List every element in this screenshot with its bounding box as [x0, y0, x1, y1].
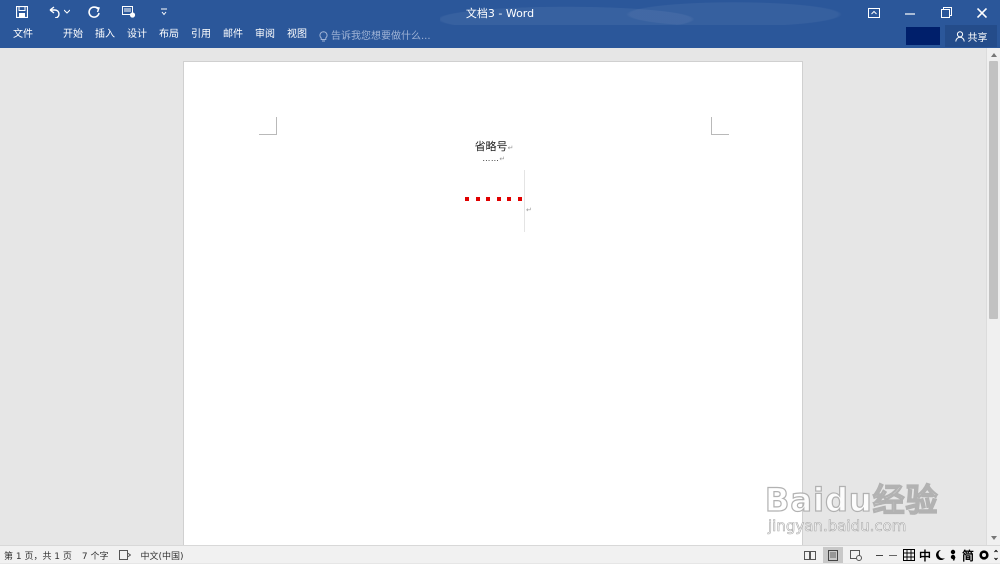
- read-mode-icon: [803, 550, 816, 560]
- ribbon-tab-bar: 文件 开始 插入 设计 布局 引用 邮件 审阅 视图 告诉我您想要做什么... …: [0, 25, 1000, 48]
- keyboard-grid-icon[interactable]: [902, 549, 915, 561]
- document-page[interactable]: 省略号↵ ……↵ ↵: [183, 61, 803, 545]
- red-ellipsis-dots: [465, 197, 528, 202]
- customize-qat-icon: [161, 8, 167, 16]
- tell-me-search[interactable]: 告诉我您想要做什么...: [319, 25, 431, 48]
- undo-icon: [49, 6, 60, 18]
- redo-icon: [87, 5, 100, 18]
- save-button[interactable]: [8, 3, 36, 21]
- red-dot: [496, 197, 501, 201]
- tab-file[interactable]: 文件: [7, 25, 39, 48]
- title-bar: 文档3 - Word: [0, 0, 1000, 48]
- account-button[interactable]: [906, 27, 940, 45]
- undo-dropdown-icon[interactable]: [63, 9, 70, 15]
- undo-button[interactable]: [43, 3, 73, 21]
- person-icon: [954, 30, 965, 42]
- ellipsis-line[interactable]: ……↵: [184, 154, 804, 163]
- restore-icon: [940, 7, 952, 18]
- web-layout-button[interactable]: [846, 547, 866, 563]
- more-options-icon[interactable]: [994, 549, 998, 561]
- ime-toolbar: 中 简: [901, 547, 1000, 563]
- close-button[interactable]: [964, 0, 1000, 25]
- tab-design[interactable]: 设计: [121, 25, 153, 48]
- zoom-out-button[interactable]: [875, 547, 885, 563]
- tab-home[interactable]: 开始: [57, 25, 89, 48]
- tell-me-placeholder: 告诉我您想要做什么...: [331, 30, 431, 42]
- margin-corner-top-left: [259, 117, 277, 135]
- web-layout-icon: [849, 549, 862, 561]
- red-dot: [507, 197, 511, 201]
- scrollbar-thumb[interactable]: [989, 61, 998, 319]
- ribbon-tabs: 文件 开始 插入 设计 布局 引用 邮件 审阅 视图 告诉我您想要做什么...: [0, 25, 431, 48]
- read-mode-button[interactable]: [800, 547, 820, 563]
- ellipsis-text: ……: [482, 154, 500, 163]
- scroll-down-icon[interactable]: [990, 534, 998, 542]
- customize-qat-button[interactable]: [150, 3, 178, 21]
- lightbulb-icon: [319, 31, 328, 42]
- restore-button[interactable]: [928, 0, 964, 25]
- minus-icon: [876, 554, 884, 556]
- language[interactable]: 中文(中国): [141, 549, 184, 562]
- print-layout-button[interactable]: [822, 547, 843, 563]
- tab-review[interactable]: 审阅: [249, 25, 281, 48]
- margin-corner-top-right: [711, 117, 729, 135]
- print-layout-icon: [827, 549, 838, 561]
- scroll-up-icon[interactable]: [990, 51, 998, 59]
- vertical-scrollbar[interactable]: [986, 48, 1000, 545]
- touch-mode-button[interactable]: [115, 3, 143, 21]
- ribbon-display-options-icon: [868, 7, 880, 18]
- ime-mode-label[interactable]: 中: [919, 547, 931, 564]
- tab-insert[interactable]: 插入: [89, 25, 121, 48]
- tab-view[interactable]: 视图: [281, 25, 313, 48]
- proofing-icon[interactable]: [118, 550, 131, 560]
- red-dot: [465, 197, 469, 201]
- paragraph-mark: ↵: [507, 144, 514, 152]
- minimize-icon: [905, 12, 915, 15]
- ime-punct-label[interactable]: 简: [962, 547, 974, 564]
- window-controls: [856, 0, 1000, 25]
- close-icon: [977, 7, 987, 18]
- red-dot: [475, 197, 480, 201]
- red-dot: [486, 197, 490, 201]
- status-left: 第 1 页，共 1 页 7 个字 中文(中国): [4, 548, 194, 562]
- paragraph-mark: ↵: [526, 206, 532, 214]
- moon-icon[interactable]: [935, 549, 946, 561]
- tab-layout[interactable]: 布局: [153, 25, 185, 48]
- paragraph-mark: ↵: [499, 155, 506, 163]
- ribbon-display-options-button[interactable]: [856, 0, 892, 25]
- page-count[interactable]: 第 1 页，共 1 页: [4, 549, 72, 562]
- red-dot: [517, 197, 522, 201]
- status-right: 中 简: [800, 547, 1000, 563]
- gear-icon[interactable]: [978, 549, 990, 561]
- document-heading[interactable]: 省略号↵: [184, 138, 804, 154]
- share-button[interactable]: 共享: [945, 25, 997, 47]
- heading-text: 省略号: [474, 140, 508, 153]
- share-label: 共享: [967, 32, 988, 44]
- tab-references[interactable]: 引用: [185, 25, 217, 48]
- touch-mode-icon: [122, 6, 136, 18]
- save-icon: [16, 6, 28, 18]
- minimize-button[interactable]: [892, 0, 928, 25]
- punctuation-icon[interactable]: [950, 549, 958, 561]
- zoom-slider[interactable]: [888, 554, 897, 556]
- word-count[interactable]: 7 个字: [82, 549, 109, 562]
- document-area: 省略号↵ ……↵ ↵: [0, 48, 986, 545]
- quick-access-toolbar: [8, 3, 185, 21]
- tab-mailings[interactable]: 邮件: [217, 25, 249, 48]
- status-bar: 第 1 页，共 1 页 7 个字 中文(中国) 中 简: [0, 545, 1000, 563]
- redo-button[interactable]: [80, 3, 108, 21]
